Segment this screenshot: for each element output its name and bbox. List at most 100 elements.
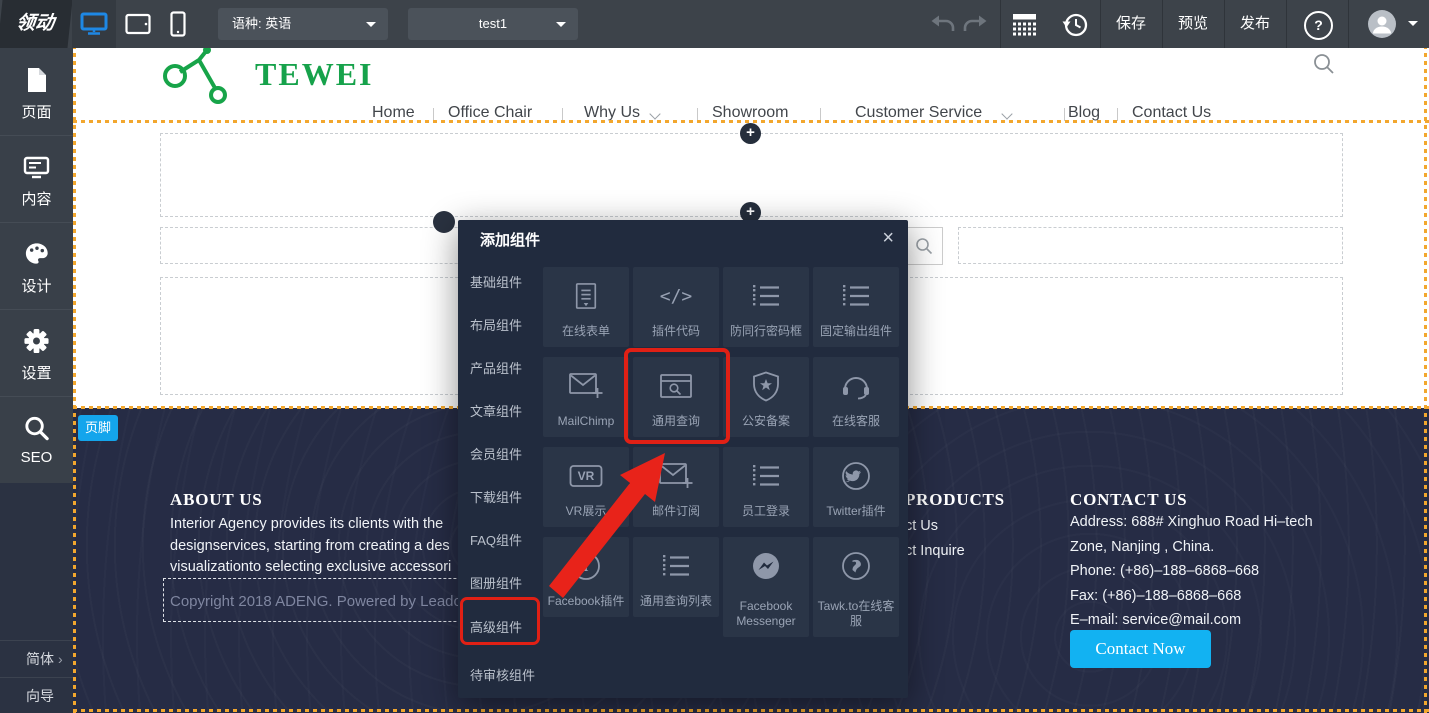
component-tile-label: 员工登录 [726, 504, 806, 519]
component-tile-twitter-plugin[interactable]: Twitter插件 [813, 447, 899, 527]
sidebar-language-switch[interactable]: 简体 › [0, 640, 73, 678]
redo-button[interactable] [962, 14, 988, 34]
component-tile-online-form[interactable]: 在线表单 [543, 267, 629, 347]
list-icon [723, 459, 809, 493]
component-tile-mailchimp[interactable]: MailChimp [543, 357, 629, 437]
mail-plus-icon [543, 369, 629, 403]
sidebar-item-content[interactable]: 内容 [0, 135, 73, 223]
site-select[interactable]: test1 [408, 8, 578, 40]
undo-button[interactable] [930, 14, 956, 34]
tab-article-components[interactable]: 文章组件 [458, 401, 550, 421]
question-mark-icon: ? [1314, 17, 1323, 33]
mobile-icon [170, 11, 186, 37]
footer-products-link[interactable]: ct Us [905, 518, 938, 534]
device-tablet-button[interactable] [116, 0, 160, 48]
drag-handle-dot[interactable] [433, 211, 455, 233]
component-tile-tawkto-service[interactable]: Tawk.to在线客服 [813, 537, 899, 637]
component-tile-plugin-code[interactable]: </> 插件代码 [633, 267, 719, 347]
device-desktop-button[interactable] [72, 0, 116, 48]
footer-contact-line: Fax: (+86)–188–6868–668 [1070, 588, 1241, 604]
add-component-button[interactable]: + [740, 123, 761, 144]
site-search-icon[interactable] [1313, 53, 1335, 75]
sidebar-item-label: 设置 [0, 362, 73, 383]
sidebar-item-seo[interactable]: SEO [0, 396, 73, 483]
sidebar-item-pages[interactable]: 页面 [0, 48, 73, 136]
publish-button[interactable]: 发布 [1224, 0, 1286, 48]
tab-layout-components[interactable]: 布局组件 [458, 315, 550, 335]
site-logo-icon [163, 48, 263, 122]
region-guide-left [73, 48, 76, 713]
sidebar-item-label: SEO [0, 449, 73, 466]
footer-about-line: designservices, starting from creating a… [170, 538, 450, 554]
app-logo[interactable]: 领动 [0, 0, 73, 48]
toolbar-separator [1000, 0, 1001, 48]
account-caret-icon[interactable] [1408, 21, 1418, 26]
twitter-icon [813, 459, 899, 493]
footer-products-heading: PRODUCTS [905, 490, 1005, 510]
sidebar-item-design[interactable]: 设计 [0, 222, 73, 310]
caret-down-icon [366, 22, 376, 27]
language-select[interactable]: 语种: 英语 [218, 8, 388, 40]
component-tile-police-record[interactable]: 公安备案 [723, 357, 809, 437]
messenger-icon [723, 549, 809, 583]
canvas-search-button[interactable] [905, 227, 943, 265]
sidebar-item-label: 页面 [0, 101, 73, 122]
sidebar-guide[interactable]: 向导 [0, 677, 73, 713]
component-tile-anti-peer-password[interactable]: 防同行密码框 [723, 267, 809, 347]
tab-basic-components[interactable]: 基础组件 [458, 272, 550, 292]
footer-about-heading: ABOUT US [170, 490, 263, 510]
component-tile-label: 在线表单 [546, 324, 626, 339]
add-component-modal: 添加组件 × 基础组件 布局组件 产品组件 文章组件 会员组件 下载组件 FAQ… [458, 220, 908, 698]
chevron-right-icon: › [58, 641, 63, 678]
magnifier-icon [915, 237, 933, 255]
tab-product-components[interactable]: 产品组件 [458, 358, 550, 378]
headset-icon [813, 369, 899, 403]
region-guide-content-top [73, 120, 1429, 123]
annotation-arrow [535, 435, 675, 605]
tablet-icon [125, 13, 151, 35]
language-select-label: 语种: 英语 [218, 16, 291, 31]
canvas-placeholder-row[interactable] [958, 227, 1343, 264]
list-icon [723, 279, 809, 313]
history-button[interactable] [1062, 11, 1089, 38]
footer-region-tag[interactable]: 页脚 [78, 415, 118, 441]
component-tile-staff-login[interactable]: 员工登录 [723, 447, 809, 527]
account-avatar[interactable] [1368, 10, 1396, 38]
grid-layout-button[interactable] [1012, 12, 1037, 36]
component-tile-label: Tawk.to在线客服 [816, 599, 896, 629]
code-icon: </> [633, 279, 719, 313]
component-tile-facebook-messenger[interactable]: Facebook Messenger [723, 537, 809, 637]
save-button[interactable]: 保存 [1100, 0, 1162, 48]
device-mobile-button[interactable] [158, 0, 198, 48]
tawk-icon [813, 549, 899, 583]
sidebar-language-label: 简体 [0, 651, 54, 667]
component-tile-label: 防同行密码框 [726, 324, 806, 339]
help-button[interactable]: ? [1304, 11, 1333, 40]
footer-contact-line: E–mail: service@mail.com [1070, 612, 1241, 628]
user-avatar-icon [1368, 10, 1396, 38]
modal-title: 添加组件 [480, 229, 540, 250]
sidebar-item-settings[interactable]: 设置 [0, 309, 73, 397]
redo-icon [962, 14, 988, 34]
component-tile-label: Facebook Messenger [726, 599, 806, 629]
component-tile-label: Twitter插件 [816, 504, 896, 519]
tab-pending-components[interactable]: 待审核组件 [458, 665, 550, 685]
region-guide-right [1424, 48, 1427, 713]
contact-now-button[interactable]: Contact Now [1070, 630, 1211, 668]
component-tile-label: 插件代码 [636, 324, 716, 339]
site-logo-text[interactable]: TEWEI [255, 56, 373, 93]
preview-button[interactable]: 预览 [1162, 0, 1224, 48]
component-tile-fixed-output[interactable]: 固定输出组件 [813, 267, 899, 347]
left-sidebar: 页面 内容 设计 [0, 48, 73, 713]
caret-down-icon [556, 22, 566, 27]
footer-about-line: visualizationto selecting exclusive acce… [170, 559, 451, 575]
footer-products-link[interactable]: ct Inquire [905, 543, 965, 559]
footer-contact-line: Address: 688# Xinghuo Road Hi–tech [1070, 514, 1313, 530]
site-select-value: test1 [479, 16, 507, 31]
component-tile-online-service[interactable]: 在线客服 [813, 357, 899, 437]
site-header: TEWEI Home Office Chair Why Us Showroom … [73, 48, 1429, 122]
component-tile-label: 公安备案 [726, 414, 806, 429]
page-icon [23, 66, 50, 94]
modal-close-icon[interactable]: × [882, 226, 894, 250]
content-icon [23, 153, 50, 181]
